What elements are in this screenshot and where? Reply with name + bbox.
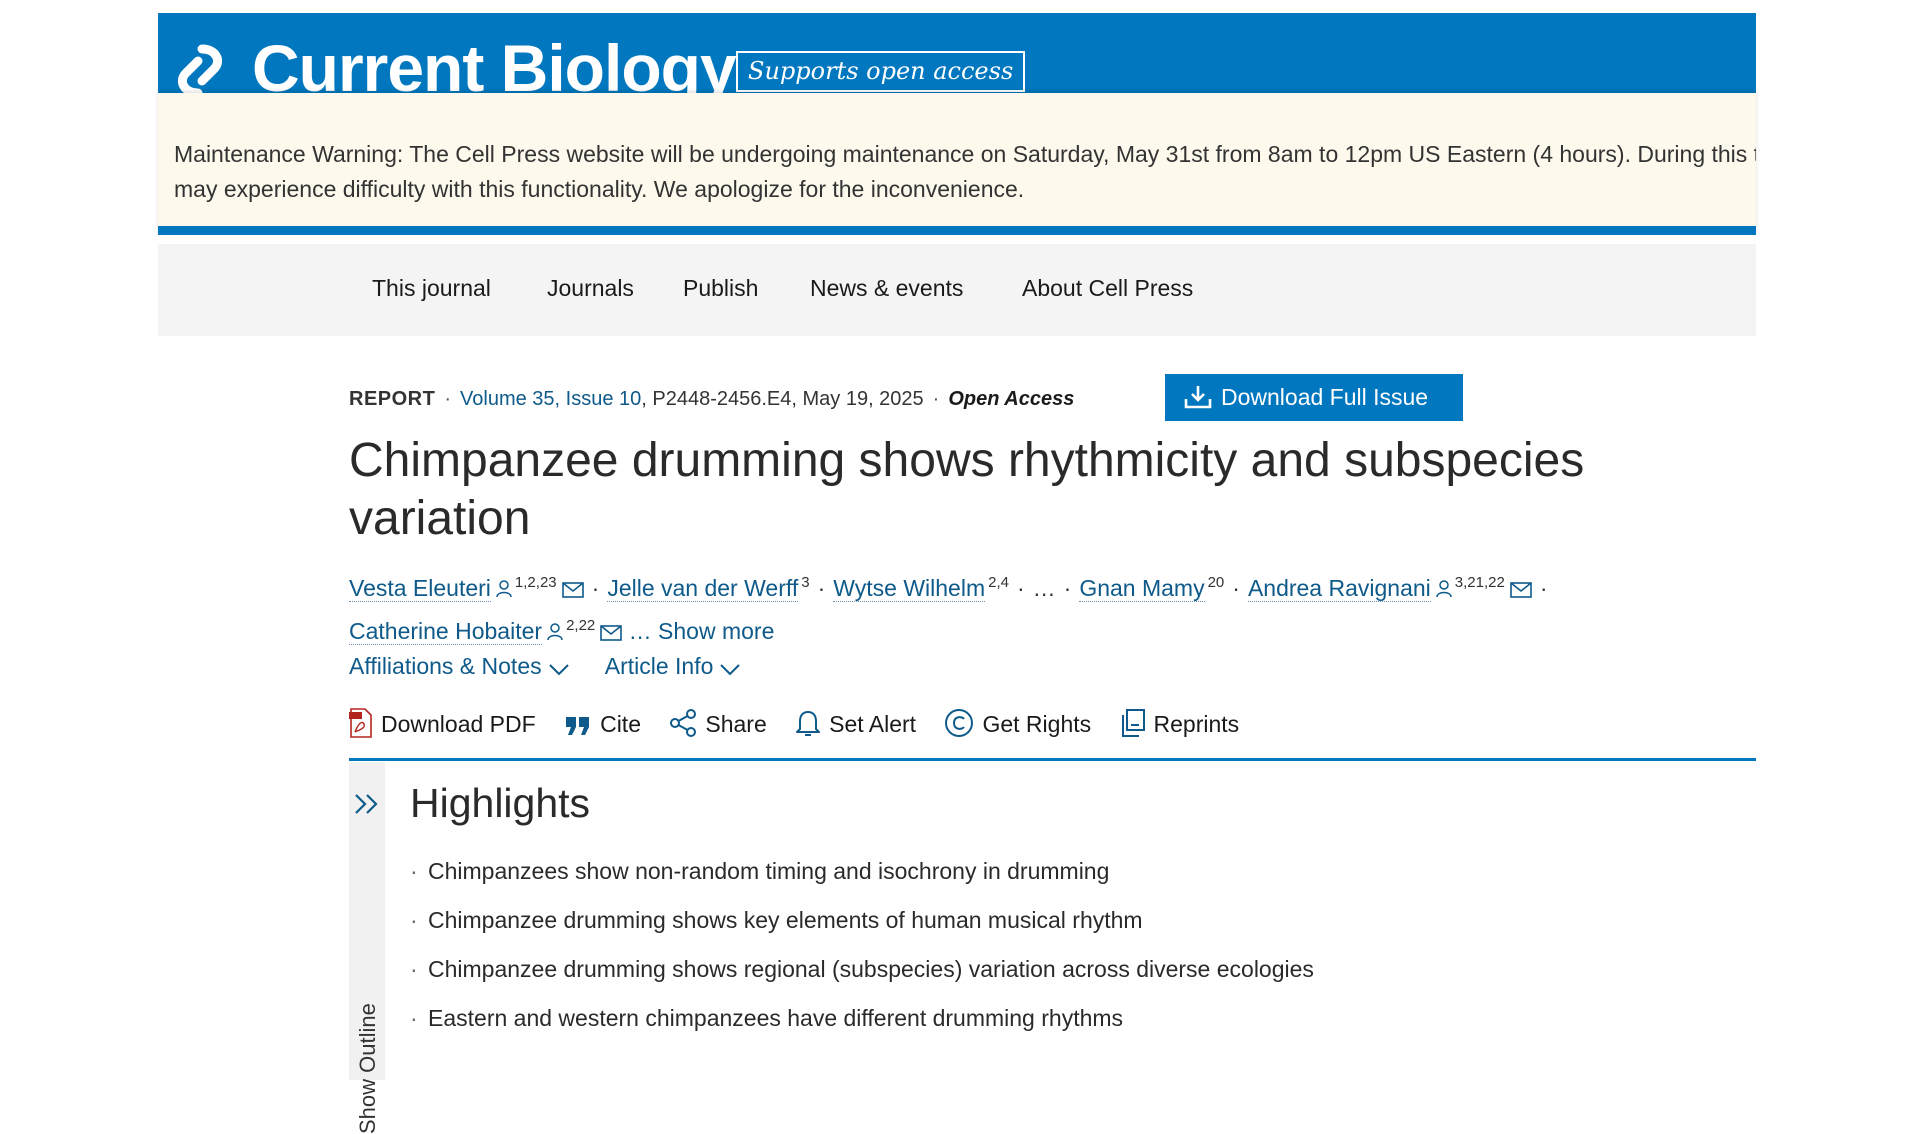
author-name[interactable]: Catherine Hobaiter (349, 618, 543, 645)
bell-icon (796, 711, 821, 736)
email-icon[interactable] (600, 625, 623, 641)
highlight-item: Chimpanzee drumming shows regional (subs… (410, 956, 1510, 1005)
nav-publish[interactable]: Publish (683, 275, 758, 302)
author-line-1: Vesta Eleuteri 1,2,23 · Jelle van der Werff… (349, 564, 1556, 607)
article-type: REPORT (349, 388, 436, 410)
highlights-heading: Highlights (410, 780, 591, 826)
share-icon (670, 709, 697, 737)
nav-journals[interactable]: Journals (547, 275, 634, 302)
affiliation-sup: 3 (801, 574, 810, 591)
affiliation-sup: 1,2,23 (514, 574, 557, 591)
affiliations-notes-toggle[interactable]: Affiliations & Notes (349, 653, 570, 679)
quote-icon (566, 717, 590, 735)
journal-header: Current Biology Supports open access (158, 13, 1756, 93)
affiliation-sup: 20 (1207, 574, 1225, 591)
article-info-toggle[interactable]: Article Info (605, 653, 742, 679)
chevron-down-icon (720, 664, 741, 676)
article-info-label: Article Info (604, 653, 714, 679)
author-name[interactable]: Vesta Eleuteri (349, 575, 491, 602)
volume-issue-link[interactable]: Volume 35, Issue 10 (460, 388, 641, 410)
outline-label-wrapper: Show Outline (355, 984, 381, 1134)
download-icon (1184, 386, 1212, 409)
main-navigation: This journal Journals Publish News & eve… (158, 244, 1756, 336)
author-separator: · (1539, 575, 1548, 601)
meta-separator: · (932, 388, 940, 410)
cite-label: Cite (600, 711, 641, 737)
email-icon[interactable] (561, 582, 584, 598)
affiliations-notes-label: Affiliations & Notes (349, 653, 542, 679)
person-icon (1436, 580, 1452, 598)
show-outline-panel[interactable]: Show Outline (349, 762, 385, 1134)
article-meta: REPORT · Volume 35, Issue 10, P2448-2456.E… (349, 388, 1074, 411)
open-access-label: Open Access (948, 388, 1075, 410)
nav-news-events[interactable]: News & events (810, 275, 963, 302)
download-pdf-button[interactable]: Download PDF (349, 708, 536, 738)
current-biology-logo-icon[interactable] (172, 43, 228, 93)
highlights-section: Highlights Chimpanzees show non-random t… (410, 780, 1314, 1031)
set-alert-label: Set Alert (829, 711, 917, 737)
show-more-authors-link[interactable]: … Show more (629, 618, 775, 644)
maintenance-message: Maintenance Warning: The Cell Press webs… (174, 141, 1756, 202)
cite-button[interactable]: Cite (564, 711, 641, 738)
highlights-list: Chimpanzees show non-random timing and i… (410, 858, 1510, 1054)
share-button[interactable]: Share (669, 708, 767, 738)
get-rights-label: Get Rights (982, 711, 1092, 737)
article-disclosures: Affiliations & Notes Article Info (349, 653, 771, 680)
author-list: Vesta Eleuteri 1,2,23 · Jelle van der Werff… (349, 564, 1556, 650)
author-separator: · (591, 575, 600, 601)
article-toolbar: Download PDF Cite Share Set Alert Get Ri… (349, 708, 1261, 738)
toolbar-divider (349, 758, 1756, 761)
author-ellipsis: … (1032, 575, 1056, 601)
email-icon[interactable] (1510, 582, 1532, 598)
author-name[interactable]: Andrea Ravignani (1247, 575, 1431, 602)
nav-about-cell-press[interactable]: About Cell Press (1022, 275, 1193, 302)
article-title: Chimpanzee drumming shows rhythmicity an… (349, 434, 1585, 545)
journal-logo-link[interactable]: Current Biology (252, 35, 737, 93)
set-alert-button[interactable]: Set Alert (795, 708, 916, 738)
reprints-button[interactable]: Reprints (1120, 708, 1240, 738)
highlight-item: Eastern and western chimpanzees have dif… (410, 1005, 1510, 1054)
reprints-icon (1121, 709, 1145, 737)
download-full-issue-button[interactable]: Download Full Issue (1165, 374, 1463, 421)
pages-date: , P2448-2456.E4, May 19, 2025 (641, 388, 924, 410)
author-separator: · (1016, 575, 1025, 601)
maintenance-banner: Maintenance Warning: The Cell Press webs… (158, 93, 1756, 235)
affiliation-sup: 2,4 (988, 574, 1009, 591)
nav-this-journal[interactable]: This journal (372, 275, 491, 302)
author-separator: · (817, 575, 826, 601)
author-name[interactable]: Gnan Mamy (1079, 575, 1205, 602)
author-name[interactable]: Jelle van der Werff (607, 575, 799, 602)
author-line-2: Catherine Hobaiter 2,22 … Show more (349, 607, 1556, 650)
get-rights-button[interactable]: Get Rights (944, 708, 1091, 738)
highlight-item: Chimpanzees show non-random timing and i… (410, 858, 1510, 907)
show-outline-label[interactable]: Show Outline (355, 1003, 381, 1134)
open-access-badge: Supports open access (736, 51, 1026, 92)
copyright-icon (945, 709, 974, 737)
share-label: Share (705, 711, 767, 737)
download-pdf-label: Download PDF (381, 711, 536, 737)
download-full-issue-label: Download Full Issue (1221, 384, 1429, 410)
meta-separator: · (444, 388, 452, 410)
author-separator: · (1232, 575, 1240, 601)
highlight-item: Chimpanzee drumming shows key elements o… (410, 907, 1510, 956)
person-icon (547, 623, 563, 641)
person-icon (496, 580, 512, 598)
affiliation-sup: 3,21,22 (1454, 574, 1505, 591)
double-chevron-right-icon[interactable] (353, 792, 381, 816)
author-separator: · (1063, 575, 1072, 601)
reprints-label: Reprints (1153, 711, 1240, 737)
pdf-icon (349, 708, 372, 738)
affiliation-sup: 2,22 (566, 617, 596, 634)
chevron-down-icon (548, 664, 569, 676)
author-name[interactable]: Wytse Wilhelm (833, 575, 986, 602)
